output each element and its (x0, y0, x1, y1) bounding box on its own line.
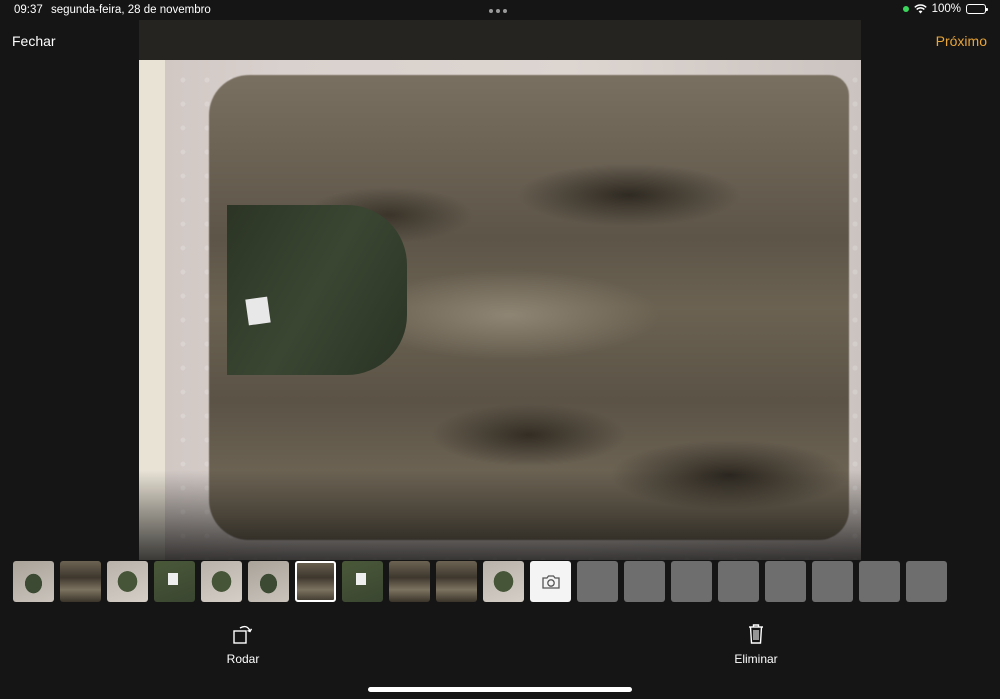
trash-icon (749, 624, 763, 644)
photo-thumbnail[interactable] (248, 561, 289, 602)
empty-photo-slot[interactable] (765, 561, 806, 602)
battery-percent: 100% (931, 3, 961, 15)
status-bar: 09:37 segunda-feira, 28 de novembro 100% (0, 0, 1000, 20)
empty-photo-slot[interactable] (671, 561, 712, 602)
photo-top-band (139, 20, 861, 60)
empty-photo-slot[interactable] (812, 561, 853, 602)
battery-icon (966, 4, 988, 14)
close-button[interactable]: Fechar (12, 33, 56, 49)
photo-thumbnail[interactable] (201, 561, 242, 602)
photo-thumbnail[interactable] (60, 561, 101, 602)
rotate-icon (233, 625, 253, 644)
photo-thumbnail[interactable] (13, 561, 54, 602)
empty-photo-slot[interactable] (577, 561, 618, 602)
photo-thumbnail[interactable] (107, 561, 148, 602)
photo-shade (139, 470, 861, 560)
empty-photo-slot[interactable] (718, 561, 759, 602)
empty-photo-slot[interactable] (906, 561, 947, 602)
photo-thumbnail[interactable] (389, 561, 430, 602)
camera-icon (541, 574, 560, 589)
next-button[interactable]: Próximo (936, 33, 987, 49)
photo-thumbnail[interactable] (154, 561, 195, 602)
delete-button[interactable]: Eliminar (716, 622, 796, 666)
wifi-icon (913, 4, 927, 14)
photo-thumbnail[interactable] (342, 561, 383, 602)
camera-indicator-icon (902, 6, 909, 12)
rotate-label: Rodar (226, 652, 260, 666)
add-photo-button[interactable] (530, 561, 571, 602)
vest-lining (227, 205, 407, 375)
thumbnail-strip (13, 561, 947, 602)
status-date: segunda-feira, 28 de novembro (51, 4, 211, 16)
rotate-button[interactable]: Rodar (203, 622, 283, 666)
empty-photo-slot[interactable] (859, 561, 900, 602)
photo-thumbnail[interactable] (295, 561, 336, 602)
photo-preview[interactable] (139, 20, 861, 560)
status-time: 09:37 (14, 4, 43, 16)
photo-thumbnail[interactable] (483, 561, 524, 602)
home-indicator[interactable] (368, 687, 632, 692)
delete-label: Eliminar (734, 652, 778, 666)
empty-photo-slot[interactable] (624, 561, 665, 602)
multitasking-dots-icon[interactable] (489, 4, 511, 14)
clothing-tag (245, 296, 271, 326)
photo-thumbnail[interactable] (436, 561, 477, 602)
status-right: 100% (902, 3, 988, 15)
